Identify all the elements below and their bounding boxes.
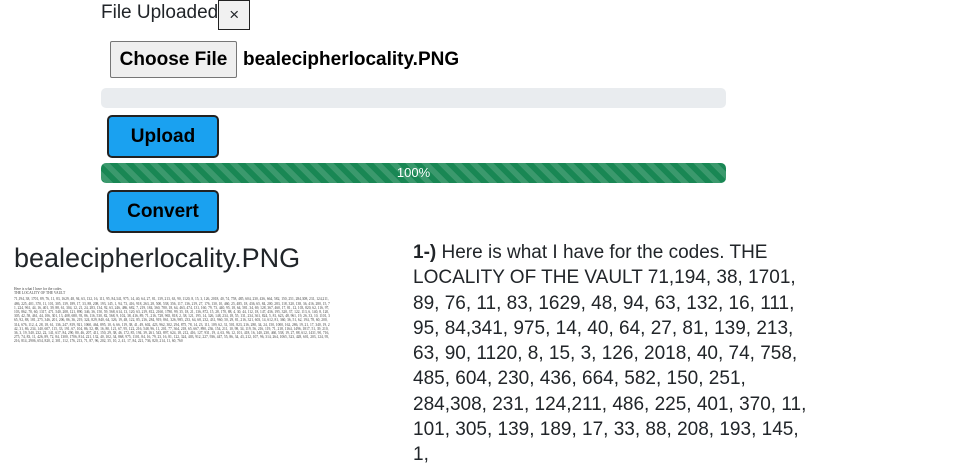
uploaded-image-thumbnail: Here is what I have for the codes. THE L… — [14, 287, 330, 357]
result-index: 1-) — [413, 242, 437, 263]
result-text: Here is what I have for the codes. THE L… — [413, 242, 807, 466]
upload-status-alert: File Uploaded × — [101, 0, 251, 32]
thumbnail-body: 71,194, 38, 1701, 89, 76, 11, 83, 1629, … — [14, 297, 330, 344]
conversion-result: 1-) Here is what I have for the codes. T… — [413, 240, 813, 468]
dismiss-close-icon[interactable]: × — [218, 0, 251, 30]
upload-progress-bar — [101, 88, 726, 108]
convert-progress-bar: 100% — [101, 163, 726, 183]
preview-title: bealecipherlocality.PNG — [14, 243, 301, 273]
choose-file-button[interactable]: Choose File — [110, 41, 237, 78]
selected-file-name: bealecipherlocality.PNG — [243, 48, 460, 70]
convert-progress-fill: 100% — [101, 163, 726, 183]
upload-button[interactable]: Upload — [107, 115, 219, 158]
upload-status-text: File Uploaded — [101, 2, 219, 23]
file-input[interactable]: Choose File bealecipherlocality.PNG — [110, 41, 459, 78]
convert-button[interactable]: Convert — [107, 190, 219, 233]
thumbnail-heading: THE LOCALITY OF THE VAULT — [14, 291, 66, 296]
